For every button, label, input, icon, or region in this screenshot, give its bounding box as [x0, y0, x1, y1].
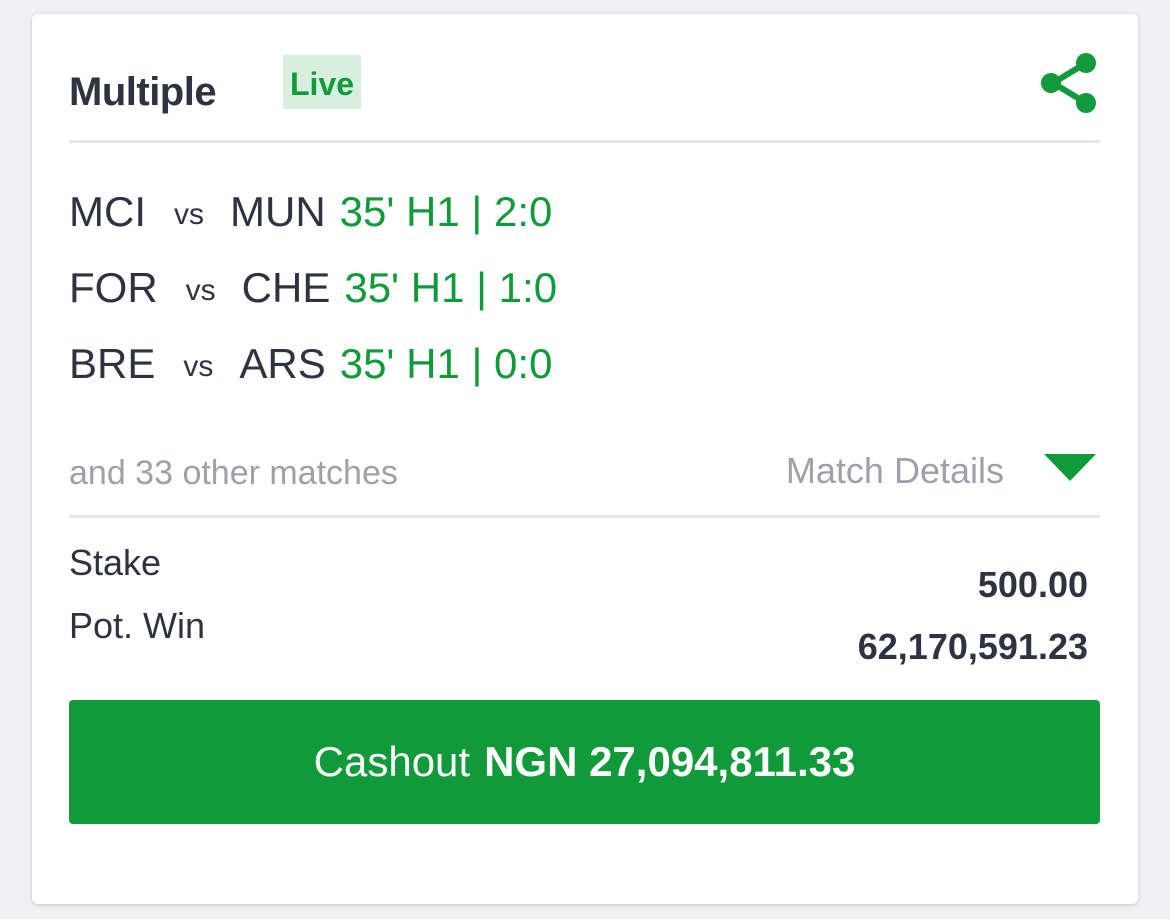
cashout-label: Cashout — [313, 738, 471, 785]
other-matches-count: and 33 other matches — [69, 454, 398, 492]
home-team: MCI — [69, 188, 146, 235]
match-status: 35' H1 | 1:0 — [344, 264, 558, 311]
match-row: BRE vs ARS 35' H1 | 0:0 — [69, 326, 1100, 402]
away-team: ARS — [239, 340, 326, 387]
match-list: MCI vs MUN 35' H1 | 2:0 FOR vs CHE 35' H… — [69, 174, 1100, 402]
potential-win-value: 62,170,591.23 — [857, 626, 1088, 667]
bet-type-title: Multiple — [69, 70, 217, 114]
potential-win-label: Pot. Win — [69, 605, 206, 646]
match-row: FOR vs CHE 35' H1 | 1:0 — [69, 250, 1100, 326]
bet-card: Multiple Live MCI vs MUN 35' H1 | 2:0 FO… — [32, 14, 1138, 904]
bet-header: Multiple Live — [69, 52, 1100, 122]
home-team: BRE — [69, 340, 156, 387]
home-team: FOR — [69, 264, 158, 311]
share-icon[interactable] — [1040, 52, 1100, 114]
match-status: 35' H1 | 2:0 — [339, 188, 553, 235]
stake-label: Stake — [69, 542, 162, 583]
cashout-amount: NGN 27,094,811.33 — [484, 738, 856, 785]
vs-label: vs — [183, 350, 214, 383]
cashout-button[interactable]: Cashout NGN 27,094,811.33 — [69, 700, 1100, 824]
vs-label: vs — [174, 198, 204, 231]
summary-divider — [69, 515, 1100, 518]
match-details-label: Match Details — [785, 450, 1004, 491]
caret-down-icon[interactable] — [1044, 453, 1096, 481]
stake-value: 500.00 — [977, 564, 1088, 605]
header-divider — [69, 140, 1100, 143]
live-badge: Live — [283, 55, 362, 109]
away-team: CHE — [241, 264, 331, 311]
match-details-toggle[interactable]: Match Details — [786, 446, 1096, 491]
match-row: MCI vs MUN 35' H1 | 2:0 — [69, 174, 1100, 250]
match-status: 35' H1 | 0:0 — [339, 340, 553, 387]
vs-label: vs — [185, 274, 216, 307]
away-team: MUN — [230, 188, 326, 235]
